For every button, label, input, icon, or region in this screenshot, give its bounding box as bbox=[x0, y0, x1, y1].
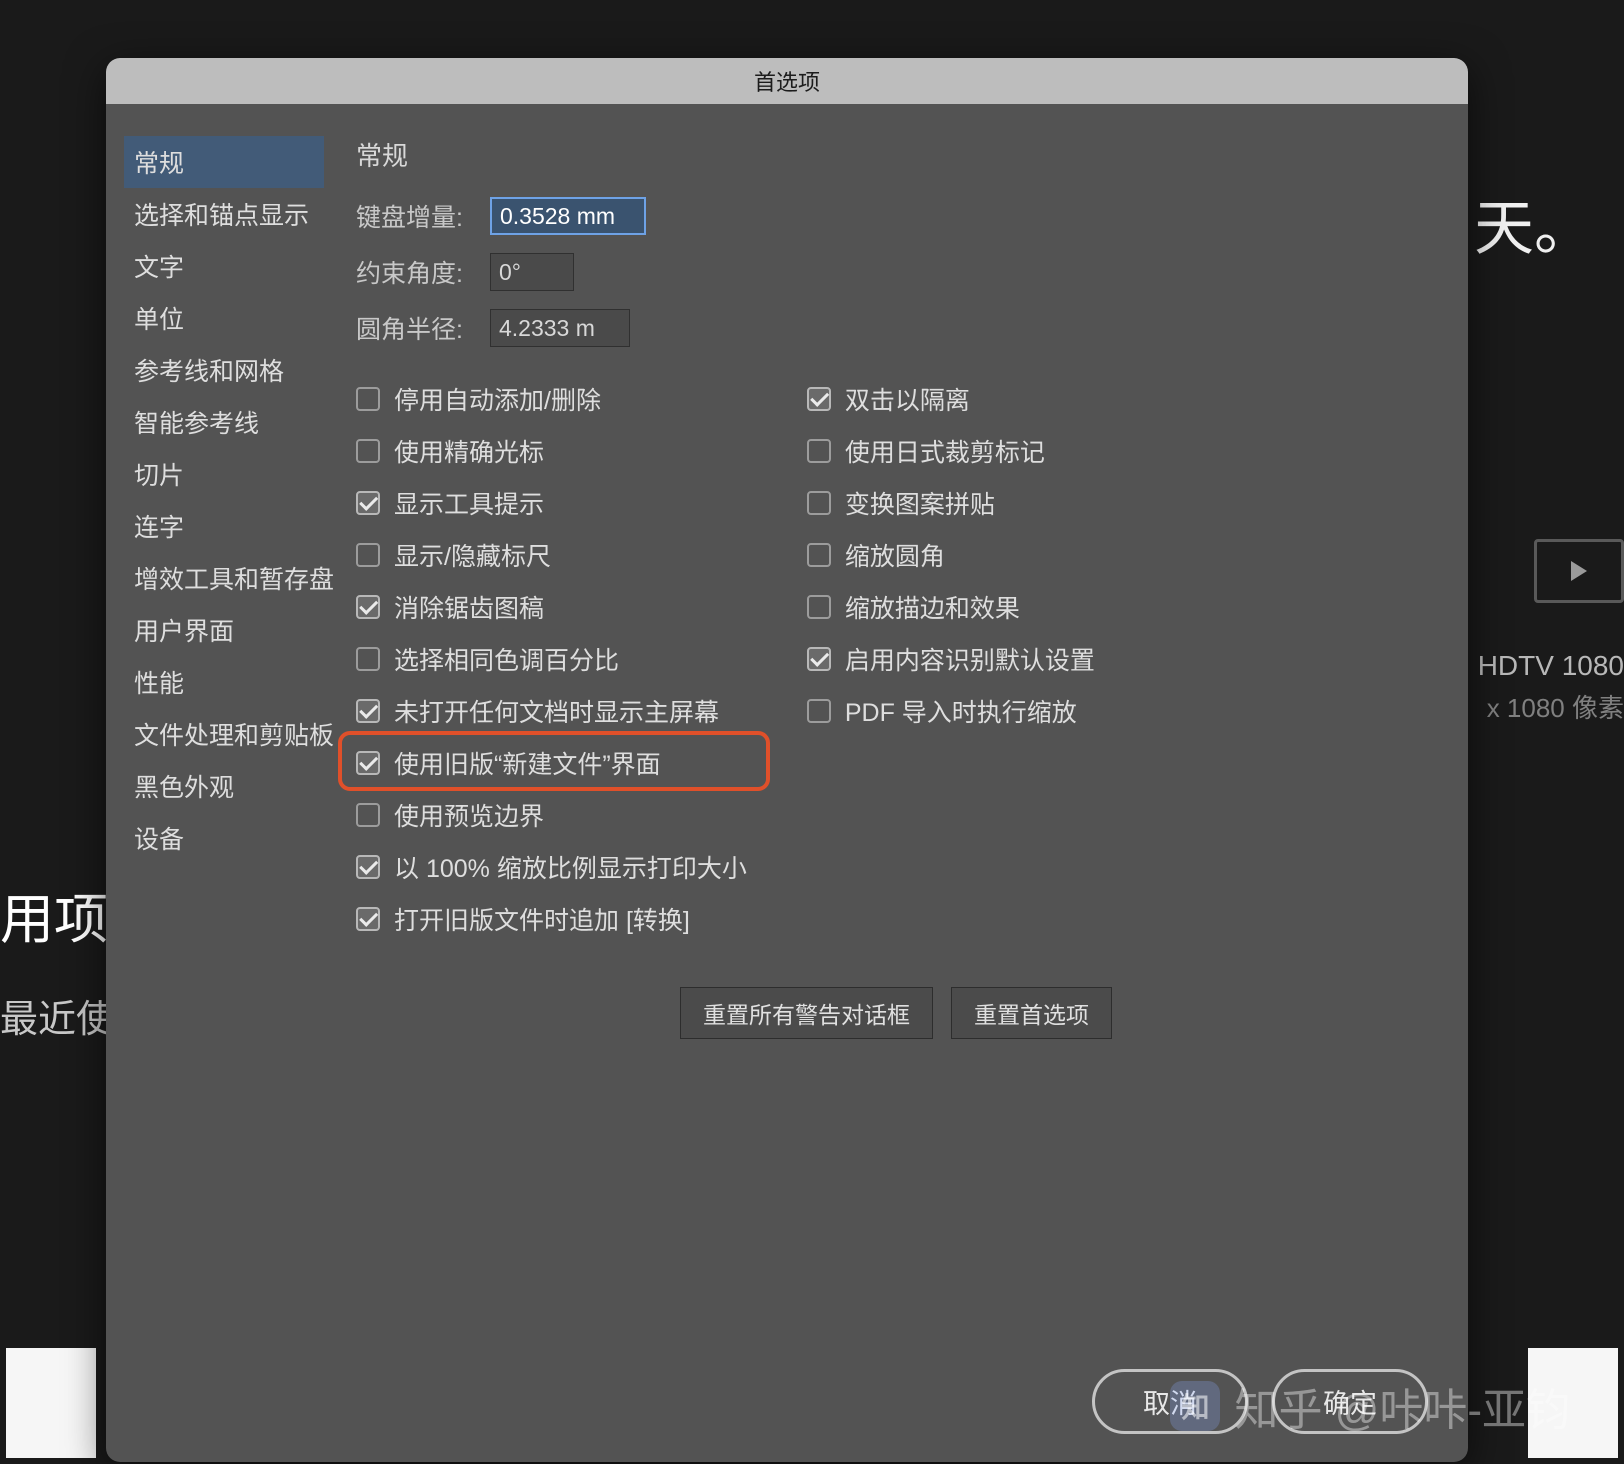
checkbox-label: 选择相同色调百分比 bbox=[394, 641, 619, 677]
checkbox-column-left: 停用自动添加/删除使用精确光标显示工具提示显示/隐藏标尺消除锯齿图稿选择相同色调… bbox=[356, 381, 747, 937]
checkbox-row[interactable]: 变换图案拼贴 bbox=[807, 485, 1095, 521]
checkbox-icon[interactable] bbox=[356, 491, 380, 515]
checkbox-icon[interactable] bbox=[356, 751, 380, 775]
checkbox-row[interactable]: 缩放描边和效果 bbox=[807, 589, 1095, 625]
checkbox-icon[interactable] bbox=[807, 387, 831, 411]
checkbox-label: 使用预览边界 bbox=[394, 797, 544, 833]
preferences-sidebar: 常规选择和锚点显示文字单位参考线和网格智能参考线切片连字增效工具和暂存盘用户界面… bbox=[124, 136, 324, 1462]
checkbox-label: 双击以隔离 bbox=[845, 381, 970, 417]
checkbox-label: 使用日式裁剪标记 bbox=[845, 433, 1045, 469]
bg-text: x 1080 像素 bbox=[1487, 688, 1624, 725]
bg-text: HDTV 1080 bbox=[1478, 650, 1624, 682]
checkbox-label: PDF 导入时执行缩放 bbox=[845, 693, 1077, 729]
sidebar-item[interactable]: 设备 bbox=[124, 812, 324, 864]
checkbox-label: 显示工具提示 bbox=[394, 485, 544, 521]
checkbox-icon[interactable] bbox=[356, 855, 380, 879]
sidebar-item[interactable]: 文件处理和剪贴板 bbox=[124, 708, 324, 760]
checkbox-row[interactable]: 选择相同色调百分比 bbox=[356, 641, 747, 677]
reset-preferences-button[interactable]: 重置首选项 bbox=[951, 987, 1112, 1039]
checkbox-label: 缩放圆角 bbox=[845, 537, 945, 573]
checkbox-column-right: 双击以隔离使用日式裁剪标记变换图案拼贴缩放圆角缩放描边和效果启用内容识别默认设置… bbox=[807, 381, 1095, 937]
checkbox-label: 停用自动添加/删除 bbox=[394, 381, 601, 417]
preferences-content: 常规 键盘增量: 约束角度: 圆角半径: 停用自动添加/删除使用精确光标显示工具… bbox=[348, 136, 1436, 1462]
bg-play-thumbnail bbox=[1534, 539, 1624, 603]
checkbox-label: 打开旧版文件时追加 [转换] bbox=[394, 901, 690, 937]
checkbox-icon[interactable] bbox=[807, 647, 831, 671]
checkbox-icon[interactable] bbox=[807, 439, 831, 463]
checkbox-row[interactable]: 停用自动添加/删除 bbox=[356, 381, 747, 417]
checkbox-icon[interactable] bbox=[356, 699, 380, 723]
checkbox-icon[interactable] bbox=[807, 699, 831, 723]
cancel-button[interactable]: 取消 bbox=[1092, 1369, 1248, 1434]
checkbox-icon[interactable] bbox=[356, 803, 380, 827]
sidebar-item[interactable]: 黑色外观 bbox=[124, 760, 324, 812]
checkbox-icon[interactable] bbox=[356, 907, 380, 931]
checkbox-label: 启用内容识别默认设置 bbox=[845, 641, 1095, 677]
checkbox-icon[interactable] bbox=[356, 595, 380, 619]
constrain-angle-input[interactable] bbox=[490, 253, 574, 291]
checkbox-label: 以 100% 缩放比例显示打印大小 bbox=[394, 849, 747, 885]
sidebar-item[interactable]: 增效工具和暂存盘 bbox=[124, 552, 324, 604]
checkbox-label: 显示/隐藏标尺 bbox=[394, 537, 551, 573]
preferences-dialog: 首选项 常规选择和锚点显示文字单位参考线和网格智能参考线切片连字增效工具和暂存盘… bbox=[106, 58, 1468, 1462]
checkbox-row[interactable]: 使用旧版“新建文件”界面 bbox=[356, 745, 747, 781]
section-header: 常规 bbox=[356, 136, 1436, 173]
keyboard-increment-input[interactable] bbox=[490, 197, 646, 235]
corner-radius-input[interactable] bbox=[490, 309, 630, 347]
bg-text: 用项 bbox=[0, 875, 108, 954]
checkbox-row[interactable]: 显示工具提示 bbox=[356, 485, 747, 521]
checkbox-label: 缩放描边和效果 bbox=[845, 589, 1020, 625]
checkbox-icon[interactable] bbox=[356, 387, 380, 411]
checkbox-row[interactable]: 打开旧版文件时追加 [转换] bbox=[356, 901, 747, 937]
sidebar-item[interactable]: 连字 bbox=[124, 500, 324, 552]
sidebar-item[interactable]: 文字 bbox=[124, 240, 324, 292]
checkbox-icon[interactable] bbox=[807, 595, 831, 619]
dialog-titlebar: 首选项 bbox=[106, 58, 1468, 104]
checkbox-row[interactable]: 使用预览边界 bbox=[356, 797, 747, 833]
bg-thumbnail bbox=[1528, 1348, 1618, 1458]
checkbox-row[interactable]: 使用精确光标 bbox=[356, 433, 747, 469]
reset-warnings-button[interactable]: 重置所有警告对话框 bbox=[680, 987, 933, 1039]
bg-text: 天。 bbox=[1474, 180, 1594, 267]
checkbox-label: 未打开任何文档时显示主屏幕 bbox=[394, 693, 719, 729]
sidebar-item[interactable]: 参考线和网格 bbox=[124, 344, 324, 396]
checkbox-row[interactable]: 未打开任何文档时显示主屏幕 bbox=[356, 693, 747, 729]
sidebar-item[interactable]: 用户界面 bbox=[124, 604, 324, 656]
checkbox-icon[interactable] bbox=[807, 491, 831, 515]
checkbox-row[interactable]: 显示/隐藏标尺 bbox=[356, 537, 747, 573]
field-keyboard-increment: 键盘增量: bbox=[356, 197, 1436, 235]
sidebar-item[interactable]: 智能参考线 bbox=[124, 396, 324, 448]
sidebar-item[interactable]: 选择和锚点显示 bbox=[124, 188, 324, 240]
checkbox-row[interactable]: 启用内容识别默认设置 bbox=[807, 641, 1095, 677]
bg-thumbnail bbox=[6, 1348, 96, 1458]
field-corner-radius: 圆角半径: bbox=[356, 309, 1436, 347]
checkbox-label: 变换图案拼贴 bbox=[845, 485, 995, 521]
checkbox-label: 消除锯齿图稿 bbox=[394, 589, 544, 625]
checkbox-icon[interactable] bbox=[807, 543, 831, 567]
field-label: 约束角度: bbox=[356, 254, 476, 290]
checkbox-row[interactable]: 使用日式裁剪标记 bbox=[807, 433, 1095, 469]
checkbox-icon[interactable] bbox=[356, 543, 380, 567]
checkbox-row[interactable]: 以 100% 缩放比例显示打印大小 bbox=[356, 849, 747, 885]
ok-button[interactable]: 确定 bbox=[1272, 1369, 1428, 1434]
checkbox-icon[interactable] bbox=[356, 439, 380, 463]
checkbox-row[interactable]: PDF 导入时执行缩放 bbox=[807, 693, 1095, 729]
checkbox-label: 使用旧版“新建文件”界面 bbox=[394, 745, 661, 781]
field-label: 键盘增量: bbox=[356, 198, 476, 234]
checkbox-row[interactable]: 消除锯齿图稿 bbox=[356, 589, 747, 625]
checkbox-row[interactable]: 双击以隔离 bbox=[807, 381, 1095, 417]
checkbox-icon[interactable] bbox=[356, 647, 380, 671]
sidebar-item[interactable]: 性能 bbox=[124, 656, 324, 708]
sidebar-item[interactable]: 常规 bbox=[124, 136, 324, 188]
checkbox-label: 使用精确光标 bbox=[394, 433, 544, 469]
field-constrain-angle: 约束角度: bbox=[356, 253, 1436, 291]
field-label: 圆角半径: bbox=[356, 310, 476, 346]
checkbox-row[interactable]: 缩放圆角 bbox=[807, 537, 1095, 573]
dialog-title: 首选项 bbox=[754, 65, 820, 97]
sidebar-item[interactable]: 单位 bbox=[124, 292, 324, 344]
sidebar-item[interactable]: 切片 bbox=[124, 448, 324, 500]
